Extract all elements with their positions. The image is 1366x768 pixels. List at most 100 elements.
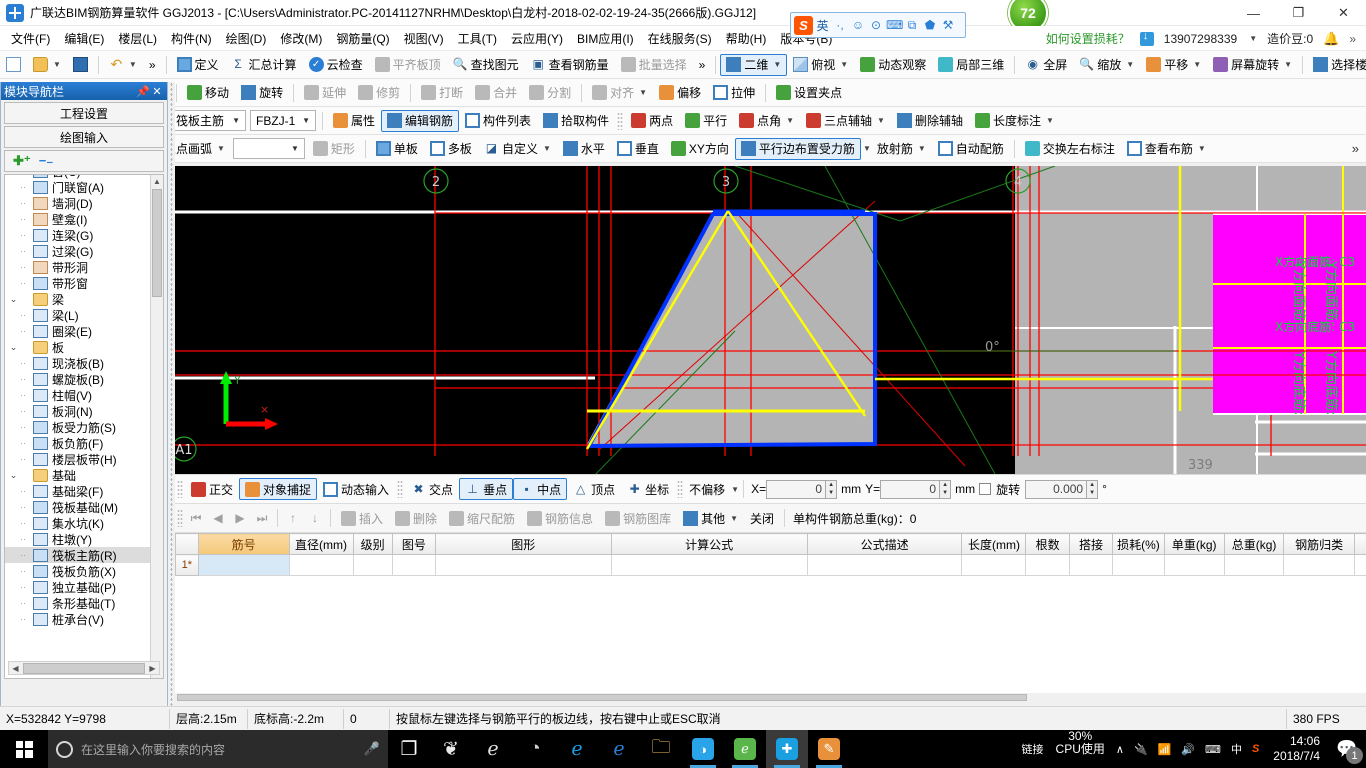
- volume-icon[interactable]: 🔊: [1177, 730, 1199, 768]
- undo-chevron-down-icon[interactable]: ▼: [129, 60, 137, 69]
- scroll-up-icon[interactable]: ▲: [151, 175, 163, 188]
- find-element-button[interactable]: 🔍 查找图元: [447, 54, 525, 76]
- point-angle-chevron-down-icon[interactable]: ▼: [786, 116, 794, 125]
- tree-item[interactable]: ·· 筏板主筋(R): [5, 547, 150, 563]
- menu-draw[interactable]: 绘图(D): [219, 27, 274, 50]
- component-type-select[interactable]: 筏板主筋 ▼: [170, 110, 246, 131]
- other-button[interactable]: 其他 ▼: [677, 507, 744, 529]
- microphone-icon[interactable]: 🎤: [364, 741, 380, 757]
- rebarbar-grip[interactable]: [177, 509, 183, 527]
- tree-item[interactable]: ·· 壁龛(I): [5, 211, 150, 227]
- bell-icon[interactable]: 🔔: [1323, 31, 1339, 47]
- x-offset-input[interactable]: 0: [766, 479, 827, 499]
- tree-item[interactable]: ·· 桩承台(V): [5, 611, 150, 627]
- table-cell[interactable]: [1068, 554, 1114, 576]
- nav-next-icon[interactable]: ▶: [229, 511, 251, 525]
- tree-item[interactable]: ·· 现浇板(B): [5, 355, 150, 371]
- table-cell[interactable]: [1283, 554, 1355, 576]
- column-header[interactable]: 搭接形式: [1353, 533, 1366, 555]
- menu-floor[interactable]: 楼层(L): [111, 27, 164, 50]
- new-file-button[interactable]: [0, 54, 27, 76]
- parallel-edge-chevron-down-icon[interactable]: ▼: [863, 144, 871, 153]
- table-cell[interactable]: [1223, 554, 1285, 576]
- menu-component[interactable]: 构件(N): [164, 27, 219, 50]
- ime-punctuation-icon[interactable]: ·,: [832, 18, 848, 32]
- menu-rebar-qty[interactable]: 钢筋量(Q): [329, 27, 396, 50]
- ime-emoji-icon[interactable]: ☺: [850, 18, 866, 32]
- intersection-snap[interactable]: ✖ 交点: [405, 478, 459, 500]
- table-cell[interactable]: [1025, 554, 1070, 576]
- perpendicular-snap[interactable]: ⊥ 垂点: [459, 478, 514, 500]
- parallel-axis-button[interactable]: 平行: [679, 110, 733, 132]
- view-layout-chevron-down-icon[interactable]: ▼: [1198, 144, 1206, 153]
- tree-item[interactable]: ·· 门联窗(A): [5, 179, 150, 195]
- column-header[interactable]: 图形: [435, 533, 612, 555]
- start-button[interactable]: [0, 730, 48, 768]
- undo-button[interactable]: ↶ ▼: [103, 54, 143, 76]
- edge-legacy-icon[interactable]: ℯ: [472, 730, 514, 768]
- save-button[interactable]: [67, 54, 94, 76]
- sidebar-item-project-settings[interactable]: 工程设置: [4, 102, 164, 124]
- open-chevron-down-icon[interactable]: ▼: [53, 60, 61, 69]
- three-point-axis-button[interactable]: 三点辅轴 ▼: [800, 110, 891, 132]
- top-view-chevron-down-icon[interactable]: ▼: [840, 60, 848, 69]
- toolbar-grip[interactable]: [617, 111, 624, 130]
- column-header[interactable]: 根数: [1025, 533, 1070, 555]
- vertex-snap[interactable]: △ 顶点: [567, 478, 621, 500]
- column-header[interactable]: [175, 533, 199, 555]
- column-header[interactable]: 筋号: [197, 533, 290, 555]
- pick-component-button[interactable]: 拾取构件: [537, 110, 615, 132]
- zoom-button[interactable]: 🔍 缩放 ▼: [1073, 54, 1140, 76]
- chevron-down-icon[interactable]: ▼: [229, 116, 243, 125]
- tree-item[interactable]: ·· 板受力筋(S): [5, 419, 150, 435]
- vertical-button[interactable]: 垂直: [611, 138, 665, 160]
- sogou-browser-icon[interactable]: ◑: [682, 730, 724, 768]
- stretch-button[interactable]: 拉伸: [707, 82, 761, 104]
- collapse-all-icon[interactable]: −₋: [39, 153, 53, 169]
- tree-item[interactable]: ·· 筏板负筋(X): [5, 563, 150, 579]
- zoom-chevron-down-icon[interactable]: ▼: [1126, 60, 1134, 69]
- menu-help[interactable]: 帮助(H): [719, 27, 774, 50]
- offset-mode-chevron-down-icon[interactable]: ▼: [731, 485, 739, 494]
- rotate-button[interactable]: 旋转: [235, 82, 289, 104]
- snapbar-grip[interactable]: [677, 480, 684, 498]
- nav-first-icon[interactable]: ⏮: [185, 511, 207, 526]
- table-cell[interactable]: [610, 554, 808, 576]
- tree-item[interactable]: ·· 过梁(G): [5, 243, 150, 259]
- table-cell[interactable]: [197, 554, 290, 576]
- taskbar-link-label[interactable]: 链接: [1017, 730, 1049, 768]
- x-spinner[interactable]: ▲ ▼: [826, 479, 838, 499]
- ime-language-toggle[interactable]: 英: [815, 17, 830, 34]
- scroll-right-icon[interactable]: ▶: [146, 664, 159, 673]
- tree-item[interactable]: ·· 板洞(N): [5, 403, 150, 419]
- move-up-icon[interactable]: ↑: [282, 511, 304, 525]
- arc-chevron-down-icon[interactable]: ▼: [217, 144, 225, 153]
- panel-splitter[interactable]: [168, 82, 175, 708]
- menu-online-service[interactable]: 在线服务(S): [641, 27, 719, 50]
- custom-chevron-down-icon[interactable]: ▼: [543, 144, 551, 153]
- ime-calendar-icon[interactable]: ⧉: [904, 18, 920, 33]
- snapbar-grip[interactable]: [177, 480, 183, 498]
- menu-cloud-app[interactable]: 云应用(Y): [504, 27, 570, 50]
- offset-button[interactable]: 偏移: [653, 82, 707, 104]
- tree-horizontal-scrollbar[interactable]: ◀ ▶: [8, 661, 160, 675]
- length-dimension-button[interactable]: 长度标注 ▼: [969, 110, 1060, 132]
- y-spinner[interactable]: ▲ ▼: [940, 479, 952, 499]
- object-snap-toggle[interactable]: 对象捕捉: [239, 478, 318, 500]
- nav-last-icon[interactable]: ⏭: [251, 511, 273, 526]
- ime-keyboard-icon[interactable]: ⌨: [886, 18, 903, 32]
- menu-modify[interactable]: 修改(M): [273, 27, 329, 50]
- dynamic-input-toggle[interactable]: 动态输入: [317, 478, 395, 500]
- rebar-grid[interactable]: 筋号 直径(mm) 级别 图号 图形 计算公式 公式描述 长度(mm) 根数 搭接 损耗(%) 单重(…: [175, 532, 1366, 702]
- account-chevron-down-icon[interactable]: ▼: [1249, 34, 1257, 43]
- tray-overflow-icon[interactable]: ∧: [1112, 730, 1128, 768]
- cortana-icon[interactable]: [56, 740, 73, 758]
- tree-item[interactable]: ⌄ 梁: [5, 291, 150, 307]
- toolbar-overflow-left[interactable]: »: [143, 54, 162, 76]
- notepad-app-icon[interactable]: ✎: [808, 730, 850, 768]
- custom-slab-button[interactable]: ◪ 自定义 ▼: [478, 138, 557, 160]
- open-file-button[interactable]: ▼: [27, 54, 67, 76]
- expand-all-icon[interactable]: ✚⁺: [13, 153, 31, 169]
- action-center-button[interactable]: 💬 1: [1330, 730, 1364, 768]
- glodon-app-icon[interactable]: ✚: [766, 730, 808, 768]
